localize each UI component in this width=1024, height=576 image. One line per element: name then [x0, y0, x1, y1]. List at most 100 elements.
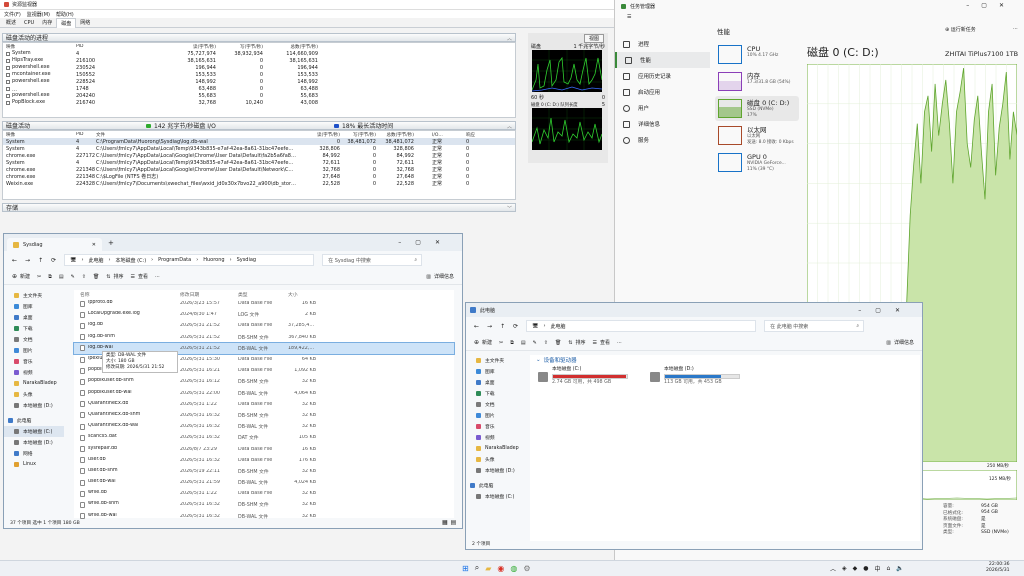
breadcrumb-item[interactable]: ProgramData — [158, 257, 191, 263]
new-button[interactable]: ⊕ 新建 — [12, 273, 30, 280]
col-write[interactable]: 写(字节/秒) — [216, 44, 263, 50]
start-icon[interactable]: ⊞ — [462, 564, 469, 573]
menu-monitor[interactable]: 监视器(M) — [27, 11, 50, 18]
refresh-icon[interactable]: ⟳ — [51, 257, 56, 264]
col-name[interactable]: 名称 — [80, 291, 180, 298]
search-icon[interactable]: ⌕ — [475, 563, 479, 573]
devices-group-header[interactable]: ⌄ 设备和驱动器 — [530, 355, 920, 365]
tab-cpu[interactable]: CPU — [20, 19, 38, 27]
search-input[interactable]: 在 Sysdiag 中搜索 ⌕ — [322, 254, 423, 266]
process-row[interactable]: PopBlock.exe 216740 32,768 10,240 43,008 — [3, 99, 515, 106]
sidebar-item[interactable]: 头像 — [4, 389, 64, 400]
row-checkbox[interactable] — [6, 86, 10, 91]
menu-file[interactable]: 文件(F) — [4, 11, 21, 18]
sidebar-item[interactable]: 本地磁盘 (D:) — [4, 400, 64, 411]
sidebar-item[interactable]: 本地磁盘 (D:) — [466, 465, 526, 476]
sidebar-item[interactable]: 图库 — [4, 301, 64, 312]
disk-row[interactable]: chrome.exe 227172 C:\Users\fmlcy7\AppData\… — [3, 152, 515, 160]
disk-row[interactable]: Weixin.exe 224328 C:\Users\fmlcy7\Document… — [3, 180, 515, 188]
sidebar-item[interactable]: 本地磁盘 (D:) — [4, 437, 64, 448]
col-response[interactable]: 响应 — [444, 132, 484, 138]
sidebar-item[interactable]: 视频 — [4, 367, 64, 378]
file-row[interactable]: log.db-shm 2026/5/31 21:52 DB-SHM 文件 367,84… — [74, 332, 454, 343]
breadcrumb[interactable]: 🖥 › 此电脑 › 本地磁盘 (C:) › ProgramData › Huorong › Sysd… — [64, 254, 315, 266]
clock[interactable]: 22:00:36 2026/5/31 — [986, 562, 1010, 574]
copy-icon[interactable]: ⧉ — [510, 340, 514, 346]
delete-icon[interactable]: 🗑 — [555, 340, 561, 346]
sidebar-item[interactable]: 桌面 — [4, 312, 64, 323]
refresh-icon[interactable]: ⟳ — [513, 323, 518, 330]
search-input[interactable]: 在 此电脑 中搜索 ⌕ — [764, 320, 865, 332]
file-row[interactable]: popblkuser.db-wal 2026/5/31 22:00 DB-WAL 文… — [74, 388, 454, 399]
file-row[interactable]: popblkuser.db-shm 2026/5/31 16:12 DB-SHM 文… — [74, 376, 454, 387]
row-checkbox[interactable] — [6, 100, 10, 105]
col-total[interactable]: 总数(字节/秒) — [376, 132, 414, 138]
sidebar-item[interactable]: 主文件夹 — [4, 290, 64, 301]
perf-item[interactable]: 磁盘 0 (C: D:) SSD (NVMe) 17% — [715, 96, 799, 121]
settings-icon[interactable]: ⚙ — [523, 564, 530, 573]
wechat-icon[interactable]: ◍ — [510, 564, 517, 573]
process-row[interactable]: powershell.exe 230524 196,944 0 196,944 — [3, 64, 515, 71]
collapse-icon[interactable]: ︿ — [507, 123, 512, 130]
paste-icon[interactable]: ▤ — [59, 274, 64, 280]
sidebar-item[interactable]: 桌面 — [466, 377, 526, 388]
tray-app-icon[interactable]: ◆ — [853, 565, 858, 572]
breadcrumb-item[interactable]: 此电脑 — [88, 257, 103, 264]
volume-icon[interactable]: 🔈 — [896, 565, 903, 572]
tab-sysdiag[interactable]: Sysdiag ✕ — [7, 238, 102, 251]
sidebar-item[interactable]: 图库 — [466, 366, 526, 377]
file-row[interactable]: QuarantineEx.db-shm 2026/5/31 16:32 DB-SHM… — [74, 410, 454, 421]
view-button[interactable]: 视图 — [583, 33, 604, 43]
col-file[interactable]: 文件 — [96, 132, 296, 138]
col-type[interactable]: 类型 — [238, 291, 288, 298]
process-row[interactable]: HipsTray.exe 216100 38,165,631 0 38,165,631 — [3, 57, 515, 64]
perf-item[interactable]: 内存 17.3/31.8 GB (54%) — [715, 69, 799, 94]
breadcrumb-separator[interactable]: › — [151, 257, 153, 263]
processes-section-header[interactable]: 磁盘活动的进程 ︿ — [2, 33, 516, 42]
sidebar-item[interactable]: 此电脑 — [4, 415, 64, 426]
drive-item[interactable]: 本地磁盘 (C:) 2.74 GB 可用，共 498 GB — [538, 367, 628, 386]
file-row[interactable]: wflie.db 2026/5/31 1:22 Data Base File 32 K… — [74, 488, 454, 499]
disk-row[interactable]: chrome.exe 221348 C:\Users\fmlcy7\AppData\… — [3, 166, 515, 174]
tab-overview[interactable]: 概述 — [2, 18, 20, 27]
sort-button[interactable]: ⇅ 排序 — [568, 339, 585, 347]
more-icon[interactable]: ⋯ — [1013, 26, 1018, 32]
process-row[interactable]: System 4 75,727,974 38,932,934 114,660,909 — [3, 50, 515, 57]
more-icon[interactable]: ⋯ — [155, 274, 160, 280]
delete-icon[interactable]: 🗑 — [93, 274, 99, 280]
nav-processes[interactable]: 进程 — [615, 36, 710, 52]
sort-button[interactable]: ⇅ 排序 — [106, 273, 123, 281]
perf-item[interactable]: 以太网 以太网 发送: 8.0 接收: 0 Kbps — [715, 123, 799, 148]
expand-icon[interactable]: ﹀ — [507, 205, 512, 212]
sidebar-item[interactable]: 头像 — [466, 454, 526, 465]
process-row[interactable]: powershell.exe 228524 148,992 0 148,992 — [3, 78, 515, 85]
chevron-up-icon[interactable]: ︿ — [830, 564, 836, 573]
share-icon[interactable]: ⇪ — [82, 274, 86, 280]
perf-item[interactable]: GPU 0 NVIDIA GeForce... 11% (39 °C) — [715, 150, 799, 175]
rename-icon[interactable]: ✎ — [71, 274, 75, 280]
file-row[interactable]: sysrepair.db 2026/8/7 23:29 Data Base File… — [74, 443, 454, 454]
collapse-icon[interactable]: ︿ — [507, 35, 512, 42]
breadcrumb-separator[interactable]: › — [196, 257, 198, 263]
network-icon[interactable]: ⌂ — [887, 565, 891, 572]
cut-icon[interactable]: ✂ — [499, 340, 503, 346]
sidebar-item[interactable]: 视频 — [466, 432, 526, 443]
file-row[interactable]: log.db 2026/5/31 21:52 Data Base File 37,28… — [74, 320, 454, 331]
file-explorer-icon[interactable]: ▰ — [485, 564, 491, 573]
col-write[interactable]: 写(字节/秒) — [340, 132, 376, 138]
disk-row[interactable]: System 4 C:\ProgramData\Huorong\Sysdiag\lo… — [3, 138, 515, 145]
file-row[interactable]: user.db 2026/5/31 16:32 Data Base File 176 … — [74, 455, 454, 466]
sidebar-item[interactable]: 下载 — [466, 388, 526, 399]
file-row[interactable]: user.db-shm 2026/5/19 22:11 DB-SHM 文件 32 KB — [74, 466, 454, 477]
up-icon[interactable]: ↑ — [500, 323, 505, 330]
tray-app-icon[interactable]: ◈ — [842, 565, 847, 572]
run-task-button[interactable]: ⊕ 运行新任务 — [945, 26, 976, 33]
nav-app-history[interactable]: 应用历史记录 — [615, 68, 710, 84]
row-checkbox[interactable] — [6, 79, 10, 84]
col-read[interactable]: 读(字节/秒) — [126, 44, 216, 50]
disk-row[interactable]: System 4 C:\Users\fmlcy7\AppData\Local\Tem… — [3, 159, 515, 167]
file-row[interactable]: ipproto.db 2026/3/23 15:57 Data Base File 1… — [74, 298, 454, 309]
file-row[interactable]: user.db-wal 2026/5/31 21:59 DB-WAL 文件 4,024… — [74, 477, 454, 488]
nav-performance[interactable]: 性能 — [615, 52, 710, 68]
breadcrumb-separator[interactable]: › — [81, 257, 83, 263]
